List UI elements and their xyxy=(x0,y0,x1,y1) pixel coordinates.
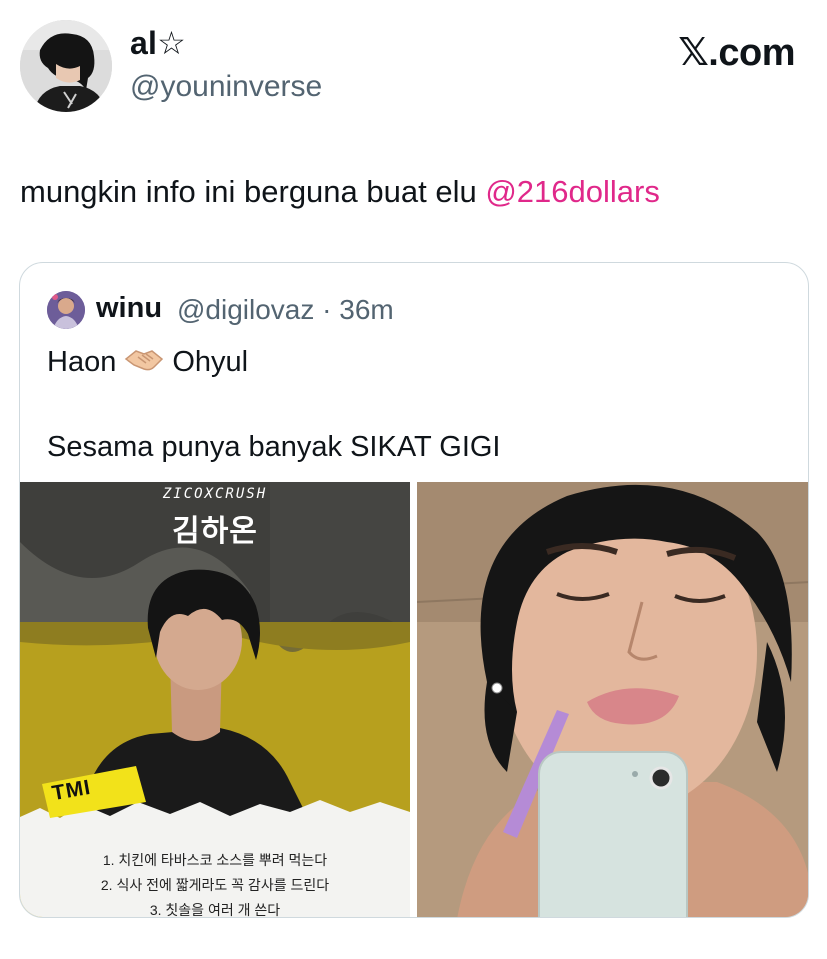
quoted-author-meta[interactable]: @digilovaz · 36m xyxy=(177,294,394,326)
quoted-word-ohyul: Ohyul xyxy=(172,346,249,378)
poster-title: 김하온 xyxy=(172,515,258,548)
poster-subtitle: ZICOXCRUSH xyxy=(162,486,268,502)
quoted-text-line-2: Sesama punya banyak SIKAT GIGI xyxy=(47,431,501,463)
poster-image[interactable]: ZICOXCRUSH 김하온 TMI 1. 치킨에 타바스코 소스를 뿌려 먹는… xyxy=(20,482,410,918)
poster-line-2: 2. 식사 전에 짧게라도 꼭 감사를 드린다 xyxy=(100,877,330,893)
handshake-icon xyxy=(124,345,164,383)
quoted-text-line-1: Haon Ohyul xyxy=(47,345,248,383)
tweet-text: mungkin info ini berguna buat elu @216do… xyxy=(20,172,660,212)
author-avatar-image xyxy=(20,20,112,112)
quoted-media[interactable]: ZICOXCRUSH 김하온 TMI 1. 치킨에 타바스코 소스를 뿌려 먹는… xyxy=(20,482,808,918)
quoted-author-name[interactable]: winu xyxy=(96,292,162,325)
quoted-avatar-image xyxy=(47,291,85,329)
poster-line-3: 3. 칫솔을 여러 개 쓴다 xyxy=(149,902,281,918)
author-name[interactable]: al☆ xyxy=(130,24,186,62)
mention-link[interactable]: @216dollars xyxy=(485,174,660,209)
quoted-author-avatar[interactable] xyxy=(47,291,85,329)
poster-text-list: 1. 치킨에 타바스코 소스를 뿌려 먹는다 2. 식사 전에 짧게라도 꼭 감… xyxy=(20,848,410,918)
poster-line-1: 1. 치킨에 타바스코 소스를 뿌려 먹는다 xyxy=(102,852,328,868)
selfie-artwork xyxy=(417,482,808,917)
selfie-photo[interactable] xyxy=(417,482,808,917)
author-avatar[interactable] xyxy=(20,20,112,112)
x-brand-logo: 𝕏.com xyxy=(678,32,795,74)
quoted-word-haon: Haon xyxy=(47,346,117,378)
author-handle[interactable]: @youninverse xyxy=(130,70,322,104)
quoted-tweet-card[interactable]: winu @digilovaz · 36m Haon Ohyul Sesama p… xyxy=(19,262,809,918)
tweet-body: mungkin info ini berguna buat elu xyxy=(20,174,486,209)
